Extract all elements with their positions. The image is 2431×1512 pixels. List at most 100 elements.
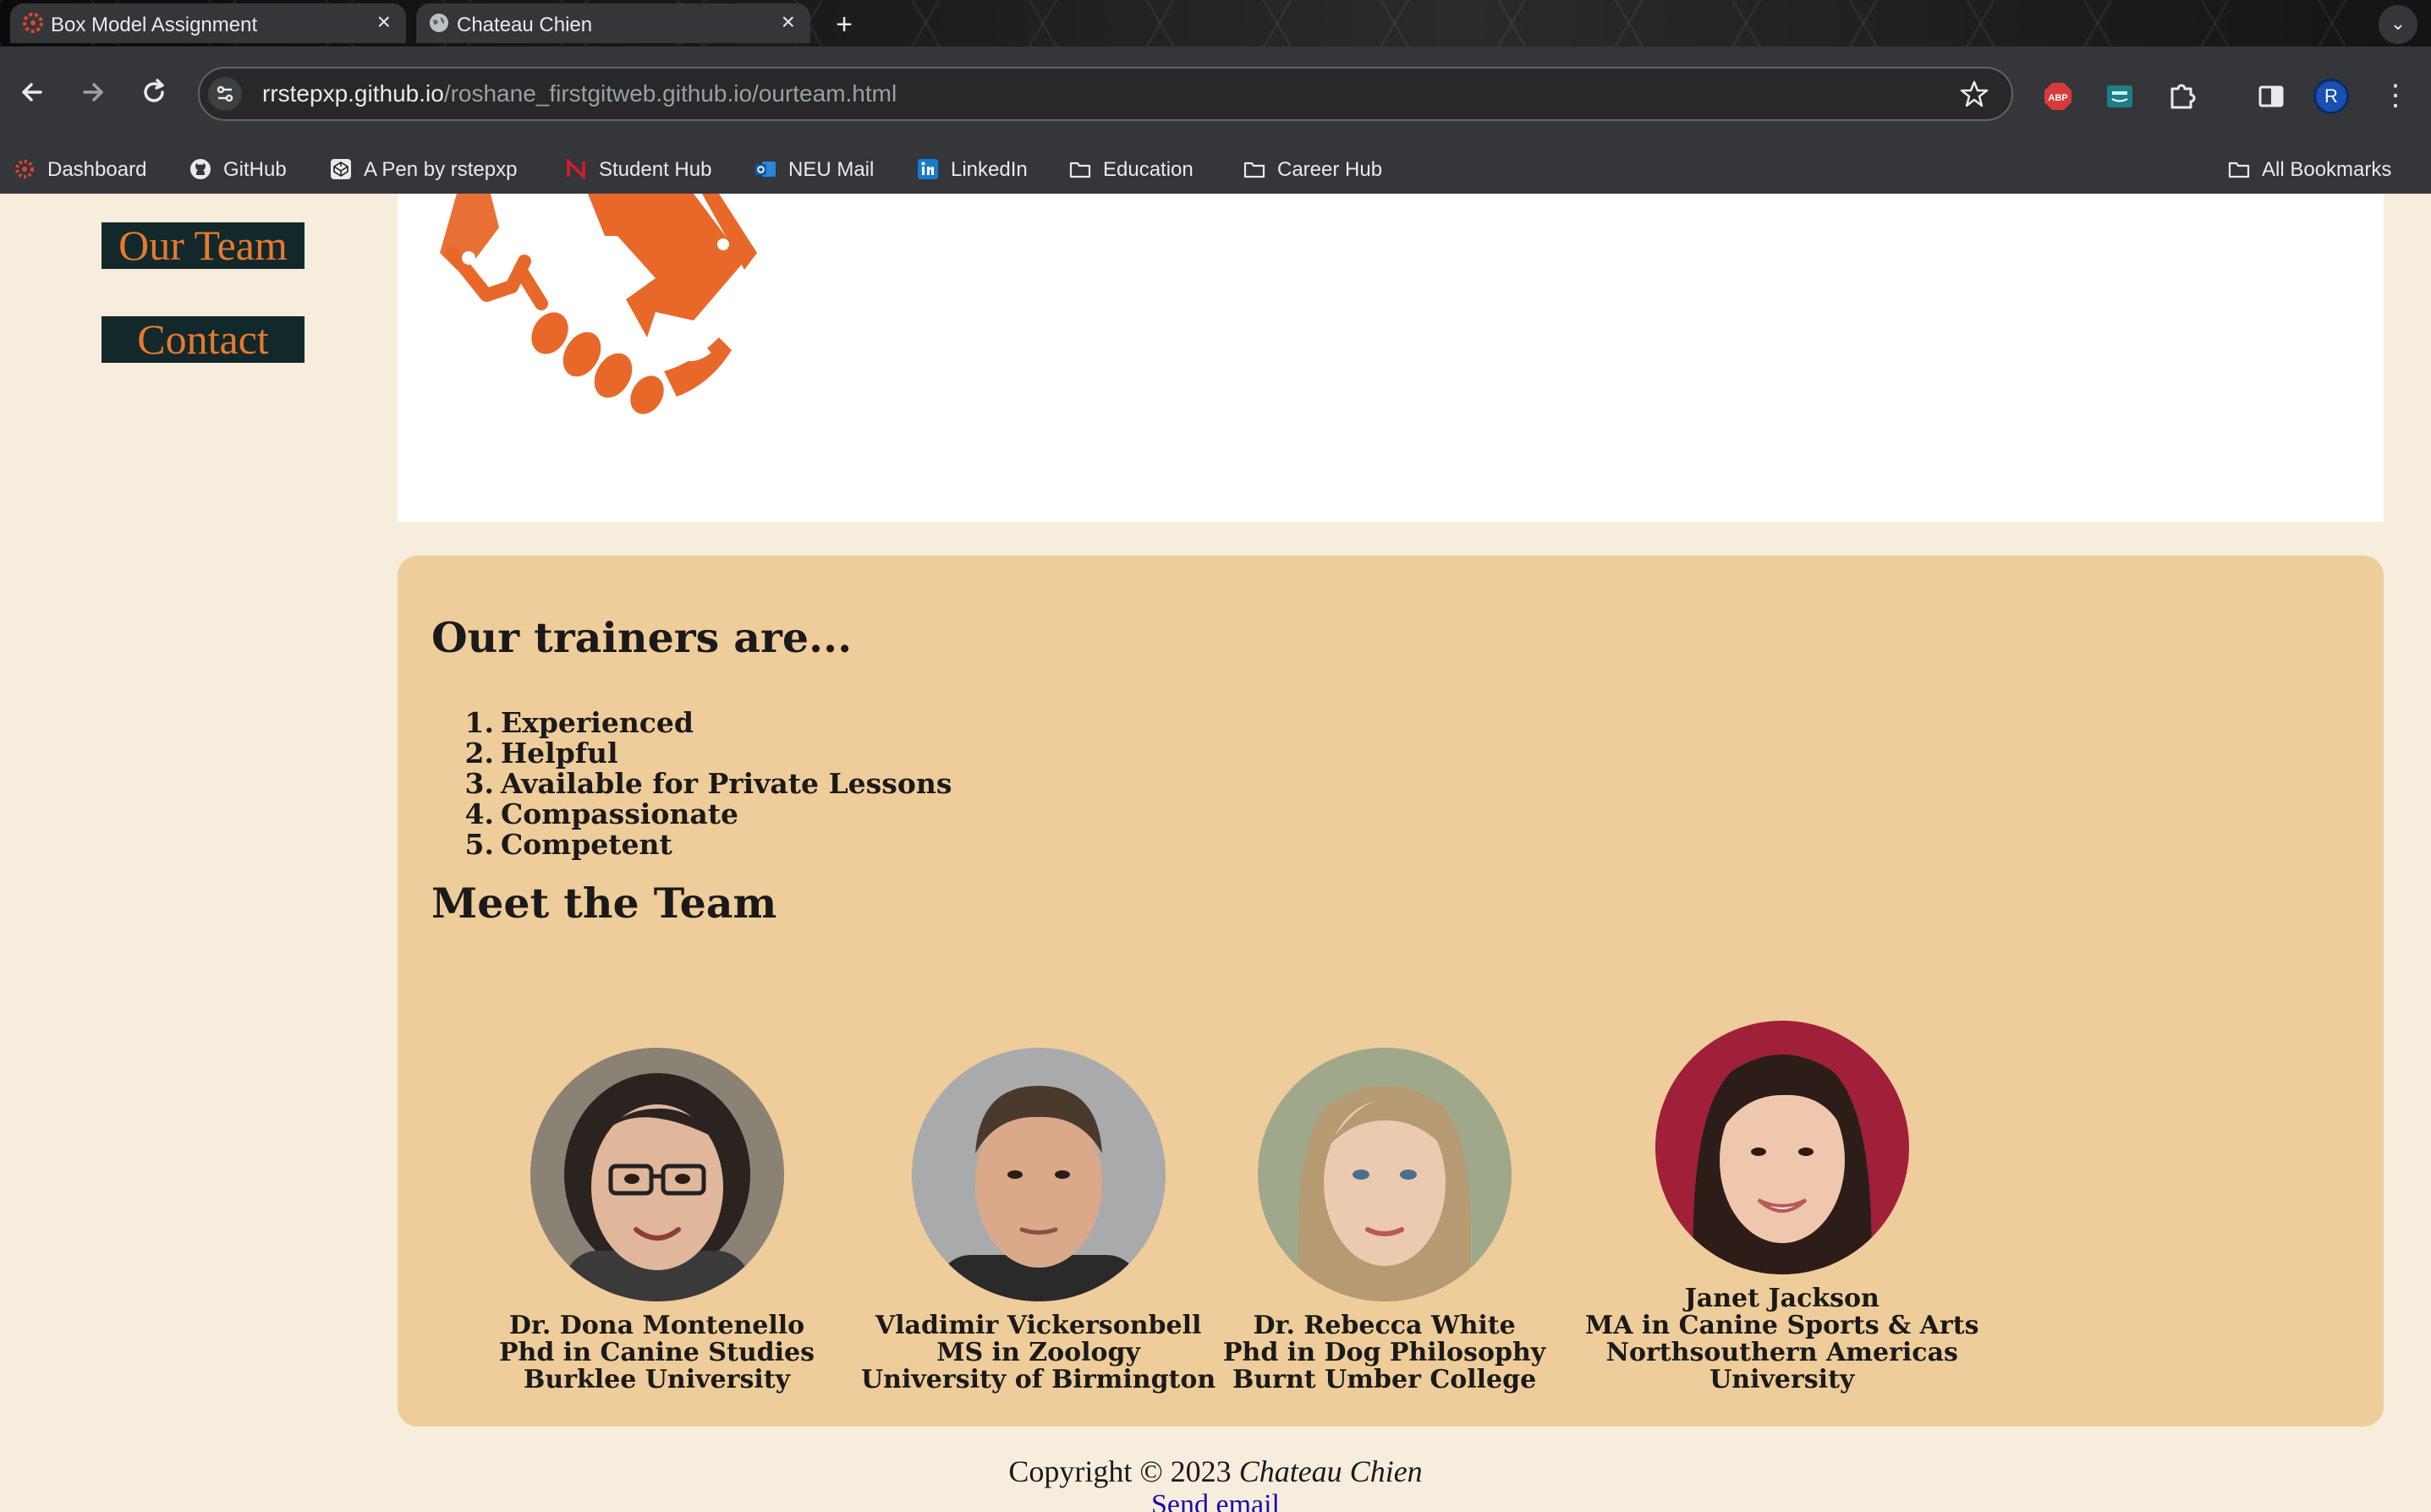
bookmark-dashboard[interactable]: Dashboard xyxy=(14,146,146,194)
tab-title: Box Model Assignment xyxy=(51,14,258,36)
close-tab-icon[interactable]: × xyxy=(782,10,795,34)
trainer-degree: Phd in Canine Studies xyxy=(499,1338,815,1367)
list-number: 1. xyxy=(464,706,494,739)
copyright-text: Copyright © 2023 xyxy=(1008,1454,1232,1488)
address-bar[interactable]: rrstepxp.github.io/roshane_firstgitweb.g… xyxy=(198,67,2013,121)
list-item: 5. Competent xyxy=(431,830,952,860)
url-text: rrstepxp.github.io/roshane_firstgitweb.g… xyxy=(262,80,897,107)
site-settings-icon[interactable] xyxy=(208,77,242,111)
bookmark-linkedin[interactable]: LinkedIn xyxy=(917,146,1028,194)
bookmark-label: GitHub xyxy=(223,158,287,181)
trainer-name: Vladimir Vickersonbell xyxy=(875,1311,1202,1340)
traits-list: 1. Experienced 2. Helpful 3. Available for … xyxy=(431,708,952,860)
tab-box-model-assignment[interactable]: Box Model Assignment × xyxy=(10,3,406,43)
linkedin-icon xyxy=(918,158,938,179)
menu-icon[interactable]: ⋮ xyxy=(2379,79,2412,114)
url-host: rrstepxp.github.io xyxy=(262,80,444,107)
trainer-school: Burklee University xyxy=(523,1365,791,1394)
trainer-caption: Janet Jackson MA in Canine Sports & Arts… xyxy=(1585,1285,1978,1394)
list-text: Experienced xyxy=(501,706,694,739)
team-heading: Meet the Team xyxy=(431,879,777,928)
reload-icon xyxy=(144,79,164,102)
globe-icon xyxy=(430,14,448,32)
list-text: Available for Private Lessons xyxy=(501,767,952,800)
bookmark-label: Career Hub xyxy=(1277,158,1383,181)
tab-strip: Box Model Assignment × Chateau Chien × +… xyxy=(0,0,2431,47)
trainer-name: Dr. Rebecca White xyxy=(1253,1311,1516,1340)
browser-chrome: Box Model Assignment × Chateau Chien × +… xyxy=(0,0,2431,194)
bookmarks-bar: Dashboard GitHub A Pen by rstepxp Studen… xyxy=(0,146,2431,194)
tab-chateau-chien[interactable]: Chateau Chien × xyxy=(416,3,810,43)
arrow-right-icon xyxy=(83,83,103,101)
reload-button[interactable] xyxy=(129,67,179,118)
forward-button[interactable] xyxy=(68,67,118,118)
side-panel-icon[interactable] xyxy=(2255,80,2287,112)
bookmark-label: NEU Mail xyxy=(788,158,875,181)
toolbar: rrstepxp.github.io/roshane_firstgitweb.g… xyxy=(0,47,2431,146)
tune-icon xyxy=(217,85,233,102)
team-member: Dr. Dona Montenello Phd in Canine Studie… xyxy=(499,1048,815,1394)
trainer-school: University of Birmington xyxy=(861,1365,1216,1394)
folder-icon xyxy=(1243,162,1265,178)
outlook-icon xyxy=(755,161,776,177)
back-button[interactable] xyxy=(7,67,58,118)
trainer-school: Burnt Umber College xyxy=(1232,1365,1537,1394)
northeastern-icon xyxy=(567,157,585,180)
abp-icon[interactable]: ABP xyxy=(2042,80,2074,112)
bookmark-neu-mail[interactable]: NEU Mail xyxy=(755,146,874,194)
new-tab-button[interactable]: + xyxy=(827,8,861,42)
close-tab-icon[interactable]: × xyxy=(377,10,391,34)
folder-icon xyxy=(2228,162,2250,178)
chevron-down-icon[interactable]: ⌄ xyxy=(2379,5,2417,44)
bookmark-codepen[interactable]: A Pen by rstepxp xyxy=(330,146,517,194)
list-item: 1. Experienced xyxy=(431,708,952,738)
trainers-heading: Our trainers are... xyxy=(431,613,853,662)
canvas-icon xyxy=(15,159,34,178)
list-item: 3. Available for Private Lessons xyxy=(431,769,952,799)
bookmark-student-hub[interactable]: Student Hub xyxy=(565,146,711,194)
bookmark-label: Education xyxy=(1103,158,1194,181)
bookmark-github[interactable]: GitHub xyxy=(189,146,287,194)
bookmark-education[interactable]: Education xyxy=(1069,146,1194,194)
hero-banner xyxy=(398,194,2384,522)
team-member: Vladimir Vickersonbell MS in Zoology Uni… xyxy=(861,1048,1216,1394)
list-text: Compassionate xyxy=(501,797,738,830)
bookmark-label: A Pen by rstepxp xyxy=(364,158,518,181)
github-icon xyxy=(190,158,211,179)
list-number: 4. xyxy=(464,797,494,830)
trainer-degree: Phd in Dog Philosophy xyxy=(1223,1338,1546,1367)
trainer-photo xyxy=(1257,1048,1512,1301)
bookmark-career-hub[interactable]: Career Hub xyxy=(1243,146,1382,194)
all-bookmarks-button[interactable]: All Bookmarks xyxy=(2228,146,2391,194)
trainer-name: Janet Jackson xyxy=(1684,1284,1879,1313)
trainer-degree: MS in Zoology xyxy=(936,1338,1140,1367)
handshake-logo-icon xyxy=(440,194,757,414)
list-item: 2. Helpful xyxy=(431,738,952,769)
list-text: Helpful xyxy=(501,737,618,770)
list-number: 3. xyxy=(464,767,494,800)
team-member: Dr. Rebecca White Phd in Dog Philosophy … xyxy=(1223,1048,1545,1394)
send-email-link[interactable]: Send email xyxy=(0,1489,2431,1512)
codepen-icon xyxy=(331,158,351,179)
bookmark-label: All Bookmarks xyxy=(2262,158,2392,181)
svg-text:ABP: ABP xyxy=(2048,93,2067,103)
list-text: Competent xyxy=(501,828,672,861)
nav-link-our-team[interactable]: Our Team xyxy=(102,222,305,269)
bookmark-label: Student Hub xyxy=(599,158,712,181)
profile-avatar[interactable]: R xyxy=(2313,79,2349,114)
bookmark-label: LinkedIn xyxy=(951,158,1028,181)
nav-link-contact[interactable]: Contact xyxy=(102,316,305,363)
trainer-caption: Dr. Dona Montenello Phd in Canine Studie… xyxy=(499,1312,815,1394)
trainer-photo xyxy=(911,1048,1166,1323)
star-icon[interactable] xyxy=(1957,77,1991,111)
puzzle-icon[interactable] xyxy=(2165,80,2198,112)
list-number: 2. xyxy=(464,737,494,770)
trainer-caption: Dr. Rebecca White Phd in Dog Philosophy … xyxy=(1223,1312,1545,1394)
footer-brand: Chateau Chien xyxy=(1238,1454,1423,1488)
trainer-photo xyxy=(1655,1021,1909,1274)
page-viewport: Our Team Contact Our trainers are... 1. … xyxy=(0,194,2431,1512)
amazon-extension-icon[interactable] xyxy=(2104,80,2136,112)
folder-icon xyxy=(1069,162,1091,178)
trainer-name: Dr. Dona Montenello xyxy=(508,1311,805,1340)
trainer-photo xyxy=(530,1048,784,1318)
